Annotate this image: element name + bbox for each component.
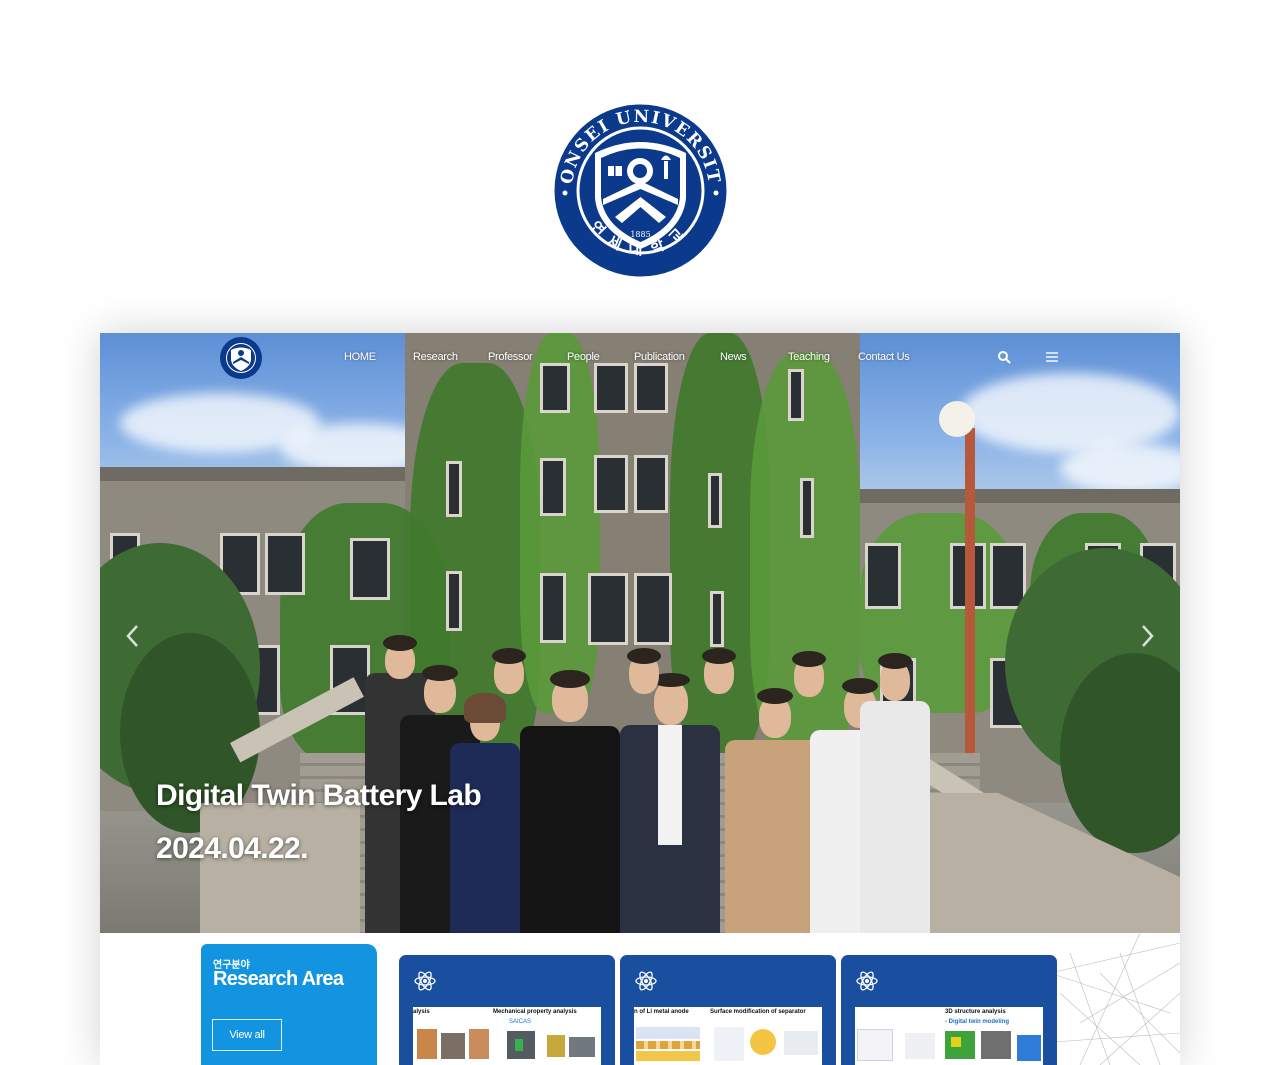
slider-prev-chevron-left-icon[interactable] [124,623,142,649]
research-area-panel: 연구분야 Research Area View all [201,944,377,1065]
card-caption: Surface modification of separator [710,1009,806,1015]
atom-icon [414,971,436,991]
site-logo[interactable] [219,336,263,380]
nav-item-research[interactable]: Research [413,351,458,363]
nav-item-home[interactable]: HOME [344,351,376,363]
top-navigation: HOME Research Professor People Publicati… [100,333,1180,385]
atom-icon [635,971,657,991]
seal-year-text: 1885 [630,230,650,239]
search-icon[interactable] [997,350,1011,364]
research-card-2[interactable]: n of Li metal anode Surface modification… [620,955,836,1065]
hero-title: Digital Twin Battery Lab [156,779,482,812]
hero-slider: HOME Research Professor People Publicati… [100,333,1180,933]
card-caption: Mechanical property analysis [493,1009,577,1015]
research-card-1[interactable]: alysis Mechanical property analysis SAIC… [399,955,615,1065]
slider-next-chevron-right-icon[interactable] [1138,623,1156,649]
card-caption: n of Li metal anode [634,1009,689,1015]
research-card-1-image: alysis Mechanical property analysis SAIC… [413,1007,601,1065]
hero-date: 2024.04.22. [156,832,308,865]
website-preview: HOME Research Professor People Publicati… [100,333,1180,1065]
nav-item-publication[interactable]: Publication [634,351,685,363]
atom-icon [856,971,878,991]
nav-item-professor[interactable]: Professor [488,351,533,363]
nav-item-contact-us[interactable]: Contact Us [858,351,910,363]
decorative-network-graphic [1040,933,1180,1065]
nav-item-news[interactable]: News [720,351,747,363]
yonsei-university-seal-logo: YONSEI UNIVERSITY 연세대학교 1885 [553,103,727,277]
card-caption: 3D structure analysis [945,1009,1006,1015]
research-card-3-image: 3D structure analysis - Digital twin mod… [855,1007,1043,1065]
card-tag: - Digital twin modeling [945,1019,1009,1025]
research-area-title: Research Area [213,968,344,990]
hamburger-menu-icon[interactable] [1045,350,1059,364]
research-card-3[interactable]: 3D structure analysis - Digital twin mod… [841,955,1057,1065]
card-caption: alysis [413,1009,430,1015]
nav-item-teaching[interactable]: Teaching [788,351,830,363]
card-tag: SAICAS [509,1019,532,1025]
nav-item-people[interactable]: People [567,351,600,363]
view-all-button[interactable]: View all [212,1019,282,1051]
research-card-2-image: n of Li metal anode Surface modification… [634,1007,822,1065]
page: YONSEI UNIVERSITY 연세대학교 1885 [0,0,1280,1065]
research-area-section: 연구분야 Research Area View all alysis Mecha… [100,933,1180,1065]
